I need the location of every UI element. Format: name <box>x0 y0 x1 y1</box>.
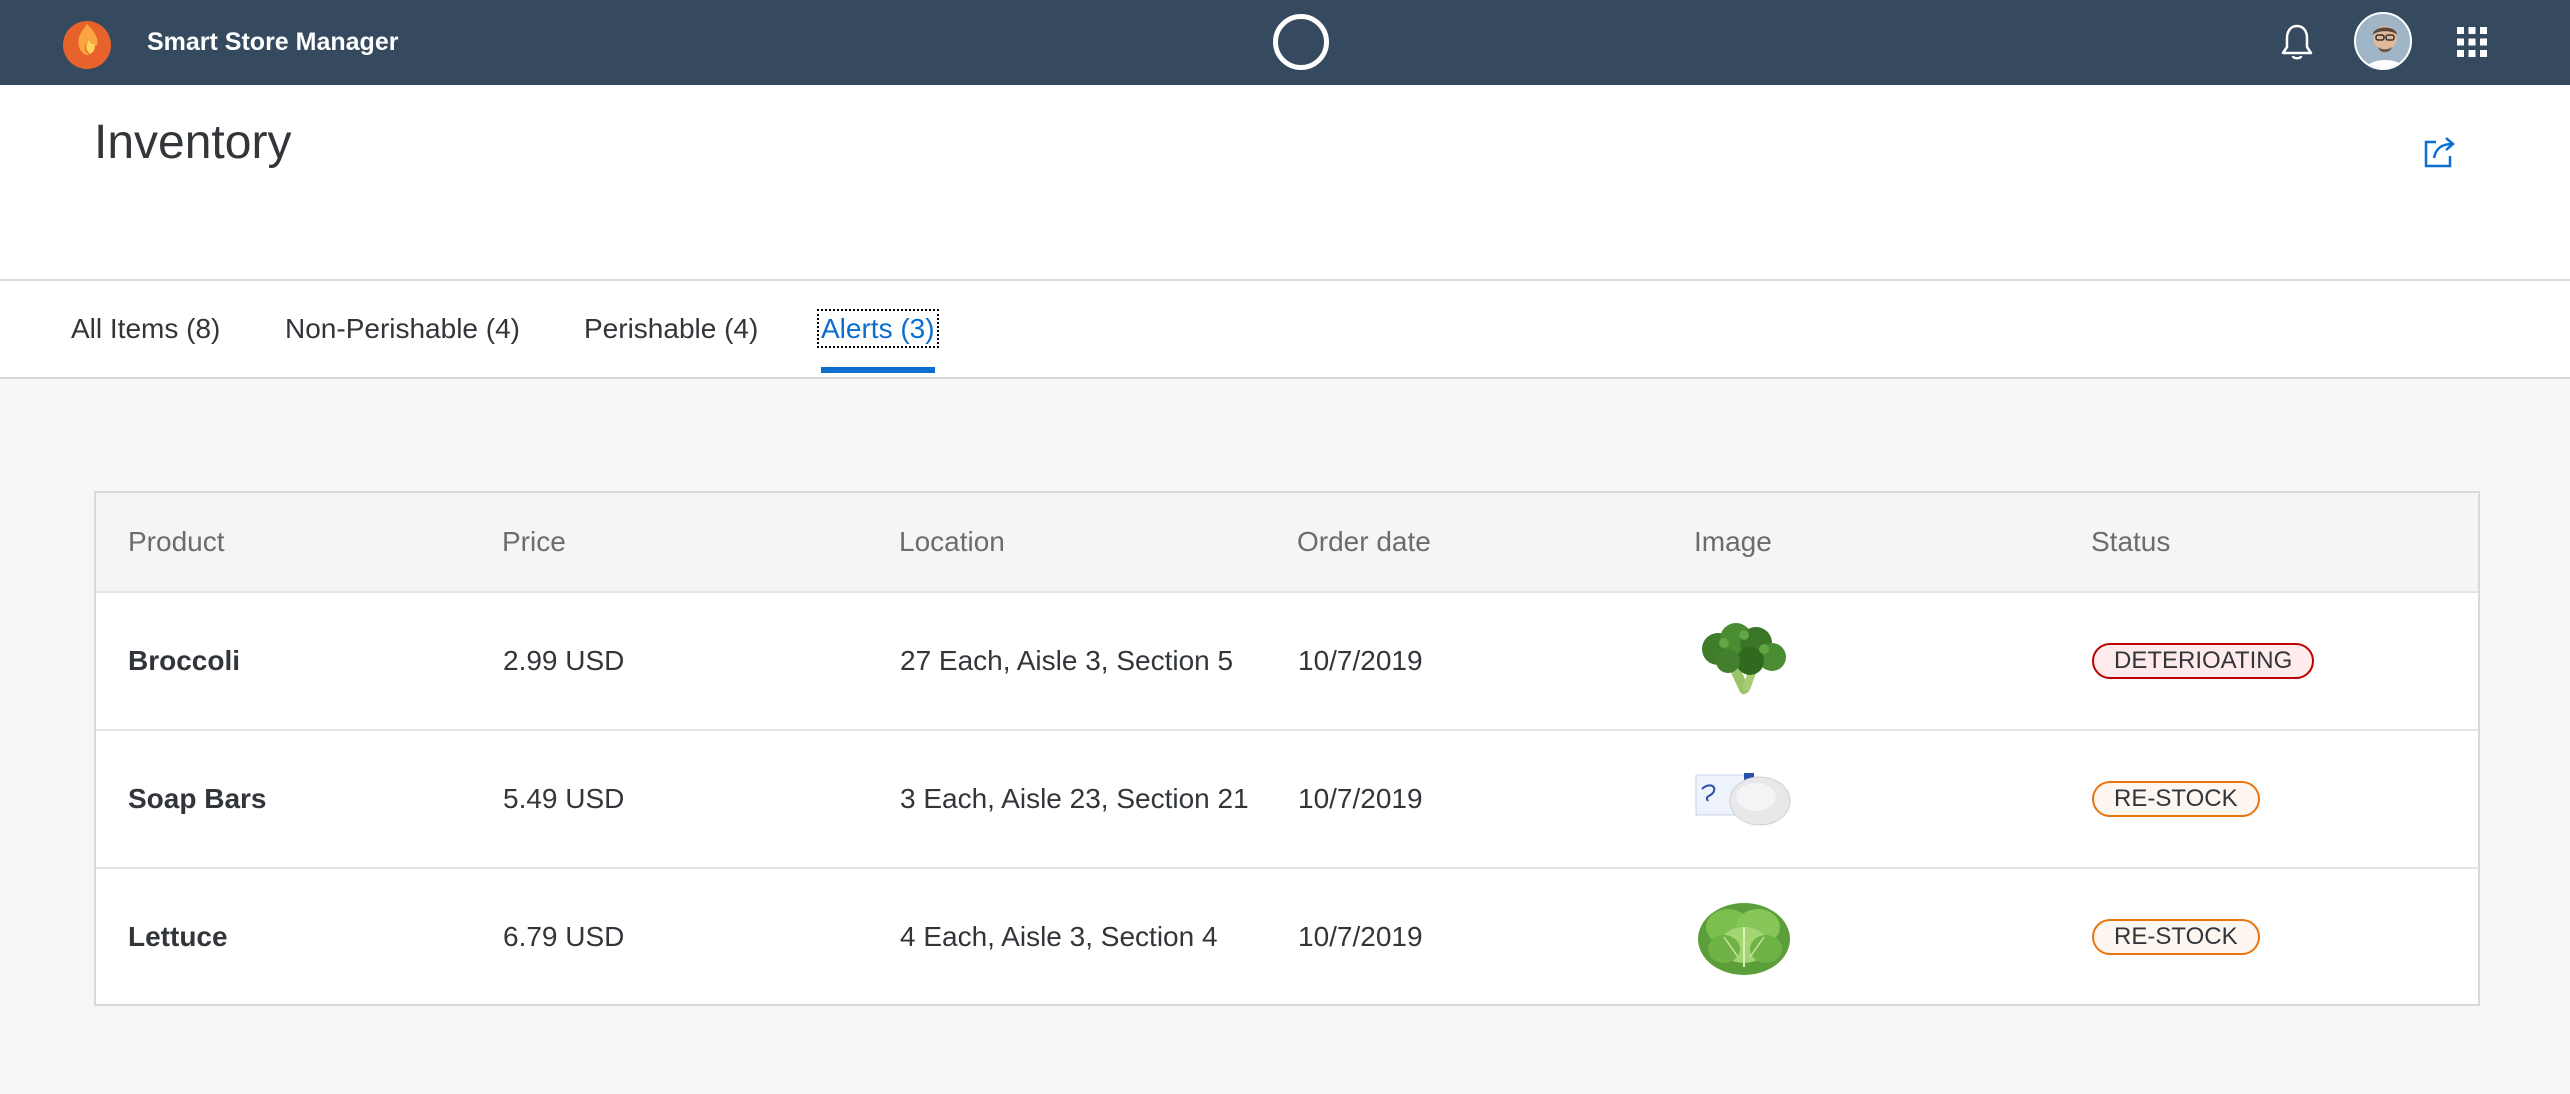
tab-bar: All Items (8) Non-Perishable (4) Perisha… <box>0 279 2570 379</box>
column-header-order-date[interactable]: Order date <box>1297 493 1431 591</box>
product-name: Soap Bars <box>128 783 267 814</box>
table-header: Product Price Location Order date Image … <box>96 493 2478 593</box>
tab-label: Non-Perishable (4) <box>285 313 520 344</box>
page-title: Inventory <box>94 116 292 169</box>
status-badge: RE-STOCK <box>2092 781 2260 817</box>
inventory-table: Product Price Location Order date Image … <box>94 491 2480 1006</box>
price-cell: 5.49 USD <box>503 783 625 814</box>
bell-icon[interactable] <box>2278 22 2316 62</box>
tab-label: Perishable (4) <box>584 313 759 344</box>
tab-non-perishable[interactable]: Non-Perishable (4) <box>285 281 520 377</box>
tab-label: All Items (8) <box>71 313 221 344</box>
app-grid-icon[interactable] <box>2456 26 2488 58</box>
shell-bar: Smart Store Manager <box>0 0 2570 85</box>
person-icon <box>2356 14 2410 68</box>
tab-selected-indicator <box>821 367 935 373</box>
user-avatar[interactable] <box>2354 12 2412 70</box>
column-header-price[interactable]: Price <box>502 493 566 591</box>
column-header-product[interactable]: Product <box>128 493 225 591</box>
tab-alerts[interactable]: Alerts (3) <box>817 281 939 377</box>
busy-indicator-icon <box>1273 14 1329 70</box>
lettuce-image <box>1698 903 1790 975</box>
order-date-cell: 10/7/2019 <box>1298 645 1423 676</box>
order-date-cell: 10/7/2019 <box>1298 783 1423 814</box>
table-row[interactable]: Soap Bars 5.49 USD 3 Each, Aisle 23, Sec… <box>96 731 2478 869</box>
location-cell: 4 Each, Aisle 3, Section 4 <box>900 921 1218 952</box>
tab-all-items[interactable]: All Items (8) <box>71 281 220 377</box>
app-title: Smart Store Manager <box>147 28 399 56</box>
product-name: Lettuce <box>128 921 228 952</box>
column-header-status[interactable]: Status <box>2091 493 2170 591</box>
price-cell: 2.99 USD <box>503 645 625 676</box>
page-header: Inventory <box>0 85 2570 279</box>
column-header-image[interactable]: Image <box>1694 493 1772 591</box>
tab-label: Alerts (3) <box>817 309 939 348</box>
app-logo-icon[interactable] <box>59 14 115 70</box>
share-icon[interactable] <box>2420 132 2460 172</box>
tab-perishable[interactable]: Perishable (4) <box>584 281 758 377</box>
status-badge: RE-STOCK <box>2092 919 2260 955</box>
location-cell: 27 Each, Aisle 3, Section 5 <box>900 645 1234 676</box>
table-row[interactable]: Lettuce 6.79 USD 4 Each, Aisle 3, Sectio… <box>96 869 2478 1007</box>
broccoli-image <box>1702 623 1786 695</box>
location-cell: 3 Each, Aisle 23, Section 21 <box>900 783 1249 814</box>
status-badge: DETERIOATING <box>2092 643 2315 679</box>
price-cell: 6.79 USD <box>503 921 625 952</box>
column-header-location[interactable]: Location <box>899 493 1005 591</box>
order-date-cell: 10/7/2019 <box>1298 921 1423 952</box>
soap-image <box>1695 773 1791 826</box>
table-row[interactable]: Broccoli 2.99 USD 27 Each, Aisle 3, Sect… <box>96 593 2478 731</box>
product-name: Broccoli <box>128 645 241 676</box>
